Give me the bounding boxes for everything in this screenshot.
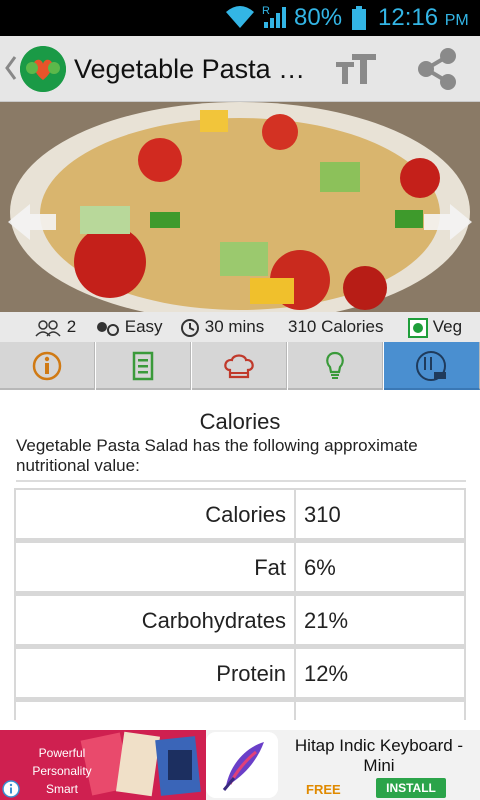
pasta-salad-image — [0, 102, 480, 312]
ad-banner[interactable]: Powerful Personality Smart Hitap Indic K… — [0, 730, 480, 800]
clock-icon — [181, 318, 199, 337]
nutrient-label: Calories — [14, 488, 296, 538]
ad-image[interactable]: Powerful Personality Smart — [0, 730, 206, 800]
nutrient-value-empty — [296, 700, 466, 720]
recipe-info-bar: 2 Easy 30 mins 310 Calories Veg — [0, 312, 480, 342]
tab-nutrition[interactable] — [384, 342, 480, 390]
recipe-photo — [0, 102, 480, 312]
ad-app-title[interactable]: Hitap Indic Keyboard - Mini — [284, 736, 474, 776]
app-logo-icon — [20, 46, 66, 92]
ad-app-icon[interactable] — [206, 732, 278, 798]
difficulty-gears-icon — [97, 321, 119, 336]
app-logo[interactable] — [20, 46, 66, 92]
signal-roaming-label: R — [262, 5, 270, 17]
info-icon — [32, 351, 62, 381]
status-bar: R 80% 12:16 PM — [0, 0, 480, 36]
feather-pen-icon — [206, 732, 278, 798]
nutrient-label-empty — [14, 700, 296, 720]
text-size-icon[interactable] — [334, 50, 378, 88]
table-row: Protein 12% — [14, 647, 466, 700]
ad-price: FREE — [306, 782, 341, 797]
section-description: Vegetable Pasta Salad has the following … — [16, 436, 466, 482]
clock: 12:16 PM — [378, 4, 469, 35]
lightbulb-tip-icon — [326, 351, 344, 379]
ad-banner-text: Powerful Personality Smart — [32, 746, 92, 796]
back-icon[interactable] — [4, 54, 18, 82]
table-row: Carbohydrates 21% — [14, 594, 466, 647]
difficulty-value: Easy — [124, 317, 163, 336]
page-title: Vegetable Pasta Salad — [74, 54, 318, 84]
nutrient-value: 21% — [296, 594, 466, 644]
nutrient-label: Carbohydrates — [14, 594, 296, 644]
clock-time: 12:16 — [378, 4, 439, 31]
tab-ingredients[interactable] — [96, 342, 191, 390]
table-row: Fat 6% — [14, 541, 466, 594]
nutrition-table: Calories 310 Fat 6% Carbohydrates 21% Pr… — [14, 488, 466, 720]
nutrient-value: 6% — [296, 541, 466, 591]
clock-ampm: PM — [444, 12, 469, 29]
time-info: 30 mins — [180, 316, 264, 338]
servings-icon — [35, 319, 61, 337]
prev-arrow-icon[interactable] — [6, 202, 58, 242]
app-bar: Vegetable Pasta Salad — [0, 36, 480, 102]
nutrient-value: 12% — [296, 647, 466, 697]
chef-hat-icon — [224, 354, 254, 379]
ad-install-button[interactable]: INSTALL — [376, 778, 446, 798]
nutrient-label: Fat — [14, 541, 296, 591]
battery-icon — [352, 6, 366, 30]
ingredients-list-icon — [132, 351, 154, 381]
recipe-tabs — [0, 342, 480, 390]
calories-info: 310 Calories — [288, 317, 384, 336]
nutrient-value: 310 — [296, 488, 466, 538]
time-value: 30 mins — [204, 317, 265, 336]
nutrient-label: Protein — [14, 647, 296, 697]
diet-value: Veg — [432, 317, 463, 336]
nutrition-kcal-icon — [416, 351, 446, 381]
servings-value: 2 — [66, 317, 77, 336]
battery-percent: 80% — [294, 4, 343, 31]
difficulty-info: Easy — [94, 316, 163, 338]
diet-info: Veg — [408, 316, 462, 338]
table-row-partial — [14, 700, 466, 720]
wifi-icon — [226, 6, 254, 28]
ad-info-icon[interactable] — [2, 780, 20, 798]
share-icon[interactable] — [414, 48, 460, 90]
tab-directions[interactable] — [192, 342, 287, 390]
servings-info: 2 — [34, 316, 76, 338]
tab-tips[interactable] — [288, 342, 383, 390]
tab-info[interactable] — [0, 342, 95, 390]
section-title: Calories — [199, 409, 281, 434]
table-row: Calories 310 — [14, 488, 466, 541]
next-arrow-icon[interactable] — [422, 202, 474, 242]
veg-mark-icon — [408, 317, 428, 338]
signal-icon: R — [262, 5, 286, 28]
